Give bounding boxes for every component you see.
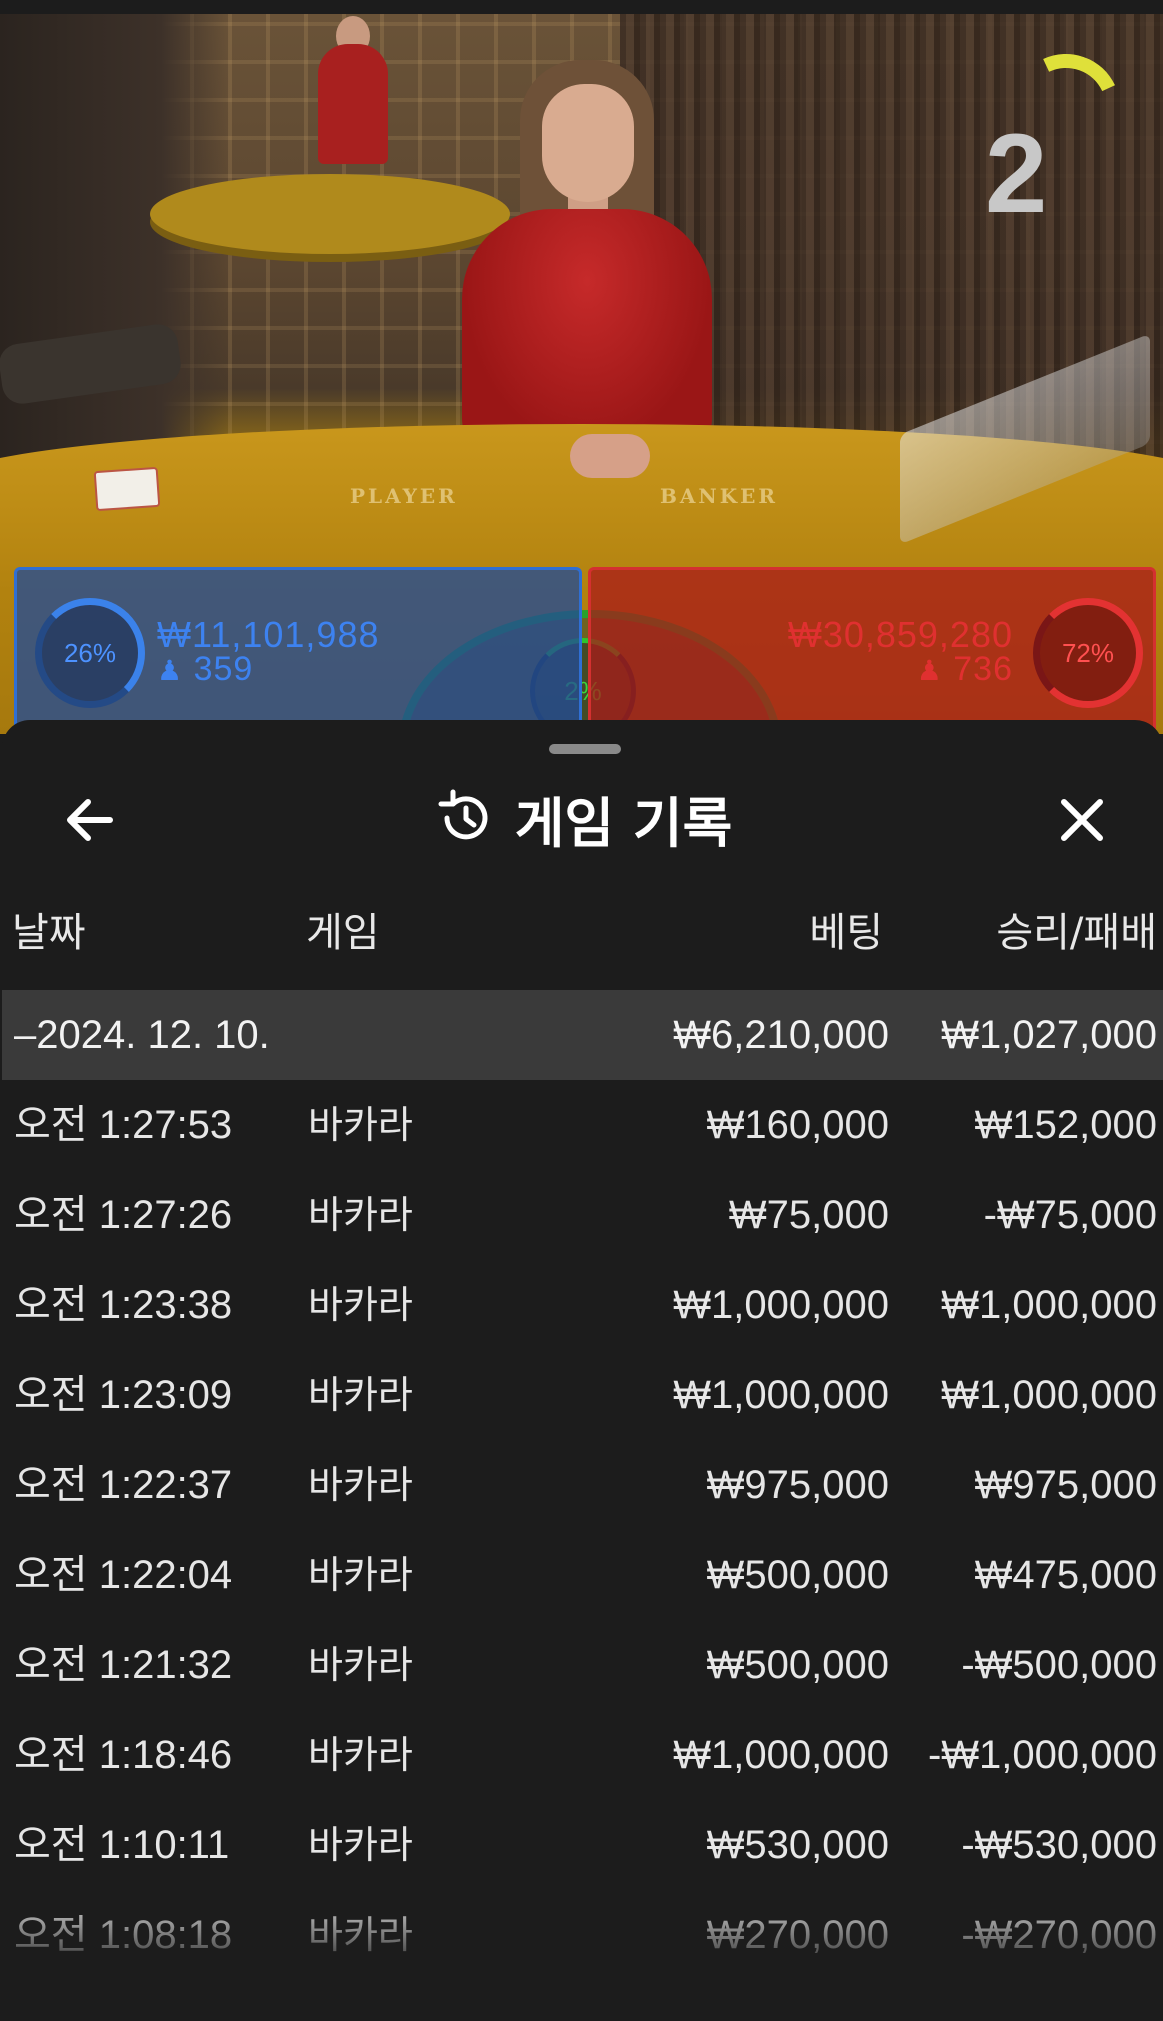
sheet-drag-handle[interactable] [549, 744, 621, 754]
history-result: -₩530,000 [961, 1823, 1157, 1867]
history-result: -₩75,000 [983, 1193, 1157, 1237]
date-group-win-total: ₩1,027,000 [941, 1013, 1157, 1057]
column-header-bet: 베팅 [809, 910, 883, 956]
player-bet-spot[interactable]: 26% ₩11,101,988 ♟ 359 [14, 567, 582, 743]
game-history-sheet: 게임 기록 날짜 게임 베팅 승리/패배 –2024. 12. 10. ₩6,2… [2, 720, 1163, 2021]
history-game: 바카라 [308, 1643, 413, 1687]
history-time: 오전 1:22:37 [14, 1463, 233, 1507]
dealer [462, 209, 712, 449]
history-game: 바카라 [308, 1553, 413, 1597]
sheet-header: 게임 기록 [2, 778, 1163, 858]
banker-percent-ring: 72% [1033, 598, 1143, 708]
column-header-game: 게임 [306, 910, 380, 956]
history-game: 바카라 [308, 1733, 413, 1777]
history-game: 바카라 [308, 1463, 413, 1507]
history-bet: ₩1,000,000 [673, 1373, 889, 1417]
history-bet: ₩975,000 [706, 1463, 889, 1507]
history-bet: ₩500,000 [706, 1643, 889, 1687]
history-time: 오전 1:21:32 [14, 1643, 233, 1687]
history-game: 바카라 [308, 1193, 413, 1237]
date-group-label: –2024. 12. 10. [14, 1013, 270, 1057]
history-time: 오전 1:22:04 [14, 1553, 233, 1597]
column-header-date: 날짜 [12, 910, 86, 956]
list-fade-overlay [2, 1890, 1163, 2021]
sheet-title: 게임 기록 [514, 791, 733, 855]
history-result: ₩1,000,000 [941, 1283, 1157, 1327]
player-percent: 26% [63, 637, 117, 668]
felt-label-banker: BANKER [660, 484, 778, 508]
history-row[interactable]: 오전 1:22:37 바카라 ₩975,000 ₩975,000 [2, 1440, 1163, 1530]
history-bet: ₩1,000,000 [673, 1283, 889, 1327]
player-bettor-count-wrap: ♟ 359 [157, 650, 253, 689]
dealer-hands [570, 434, 650, 478]
history-result: -₩500,000 [961, 1643, 1157, 1687]
history-row[interactable]: 오전 1:23:38 바카라 ₩1,000,000 ₩1,000,000 [2, 1260, 1163, 1350]
history-row[interactable]: 오전 1:21:32 바카라 ₩500,000 -₩500,000 [2, 1620, 1163, 1710]
history-game: 바카라 [308, 1823, 413, 1867]
history-time: 오전 1:23:38 [14, 1283, 233, 1327]
history-bet: ₩160,000 [706, 1103, 889, 1147]
history-row[interactable]: 오전 1:27:26 바카라 ₩75,000 -₩75,000 [2, 1170, 1163, 1260]
player-bettor-count: 359 [193, 650, 254, 688]
history-result: ₩152,000 [974, 1103, 1157, 1147]
dealer-face [542, 84, 634, 202]
history-time: 오전 1:18:46 [14, 1733, 233, 1777]
history-time: 오전 1:27:26 [14, 1193, 233, 1237]
history-row[interactable]: 오전 1:27:53 바카라 ₩160,000 ₩152,000 [2, 1080, 1163, 1170]
history-time: 오전 1:10:11 [14, 1823, 230, 1867]
history-row[interactable]: 오전 1:10:11 바카라 ₩530,000 -₩530,000 [2, 1800, 1163, 1890]
history-row[interactable]: 오전 1:22:04 바카라 ₩500,000 ₩475,000 [2, 1530, 1163, 1620]
playing-card [93, 466, 161, 512]
banker-bet-spot[interactable]: 72% ₩30,859,280 ♟ 736 [588, 567, 1156, 743]
person-icon: ♟ [916, 655, 943, 686]
close-icon [1061, 799, 1103, 841]
history-bet: ₩75,000 [728, 1193, 889, 1237]
history-bet: ₩1,000,000 [673, 1733, 889, 1777]
column-header-win-loss: 승리/패배 [996, 910, 1157, 956]
felt-label-player: PLAYER [350, 484, 458, 508]
person-icon: ♟ [157, 655, 184, 686]
history-game: 바카라 [308, 1373, 413, 1417]
banker-bettor-count: 736 [953, 650, 1013, 688]
history-result: ₩475,000 [974, 1553, 1157, 1597]
history-game: 바카라 [308, 1103, 413, 1147]
countdown-number: 2 [985, 111, 1048, 236]
history-result: ₩1,000,000 [941, 1373, 1157, 1417]
background-shadow [0, 14, 230, 484]
history-bet: ₩500,000 [706, 1553, 889, 1597]
history-time: 오전 1:27:53 [14, 1103, 233, 1147]
history-game: 바카라 [308, 1283, 413, 1327]
history-row[interactable]: 오전 1:18:46 바카라 ₩1,000,000 -₩1,000,000 [2, 1710, 1163, 1800]
history-bet: ₩530,000 [706, 1823, 889, 1867]
background-person [318, 44, 388, 164]
history-result: ₩975,000 [974, 1463, 1157, 1507]
history-icon [438, 789, 488, 840]
banker-percent: 72% [1061, 637, 1115, 668]
history-result: -₩1,000,000 [927, 1733, 1157, 1777]
player-percent-ring: 26% [35, 598, 145, 708]
banker-bettor-count-wrap: ♟ 736 [917, 650, 1013, 689]
date-group-bet-total: ₩6,210,000 [673, 1013, 889, 1057]
background-table [150, 174, 510, 254]
close-button[interactable] [1042, 780, 1122, 860]
date-group-row[interactable]: –2024. 12. 10. ₩6,210,000 ₩1,027,000 [2, 990, 1163, 1080]
history-row[interactable]: 오전 1:23:09 바카라 ₩1,000,000 ₩1,000,000 [2, 1350, 1163, 1440]
history-time: 오전 1:23:09 [14, 1373, 233, 1417]
